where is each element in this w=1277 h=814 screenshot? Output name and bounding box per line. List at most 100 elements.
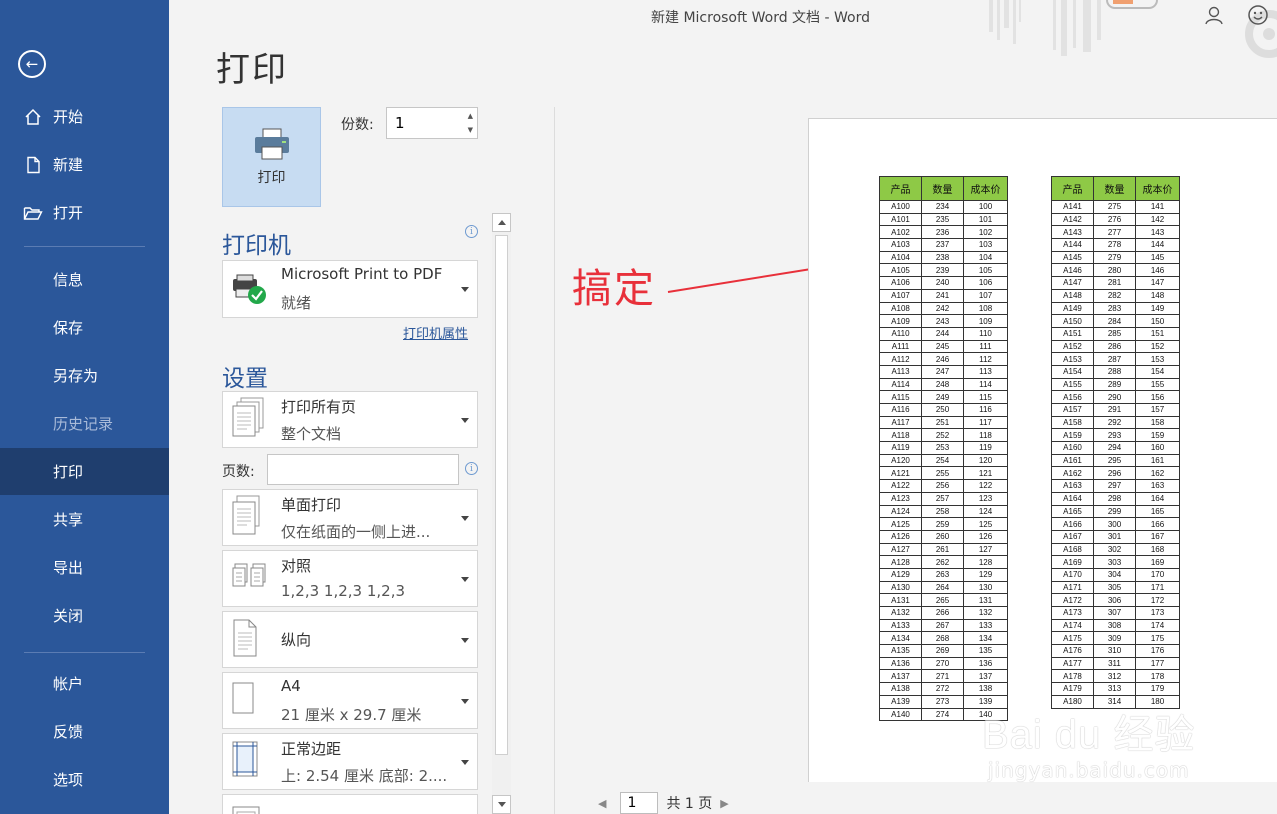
table-cell: A160 [1051,441,1094,455]
table-cell: 300 [1093,517,1136,531]
info-icon[interactable]: i [465,462,478,475]
table-cell: 175 [1135,631,1180,646]
sidebar-item-print[interactable]: 打印 [0,448,169,495]
table-cell: 165 [1135,504,1180,519]
table-cell: 285 [1093,326,1136,341]
table-cell: 177 [1135,656,1180,671]
info-icon[interactable]: i [465,225,478,238]
table-cell: 303 [1093,555,1136,569]
open-folder-icon [22,204,44,222]
collate-icon [231,562,271,596]
table-cell: A152 [1051,339,1094,354]
table-cell: A157 [1051,403,1094,417]
table-cell: 242 [921,301,964,316]
table-row: A143 277 143 [1051,225,1180,240]
table-cell: A159 [1051,428,1094,443]
sidebar-item-feedback[interactable]: 反馈 [0,708,169,755]
table-cell: 291 [1093,403,1136,417]
table-cell: 264 [921,580,964,595]
page-total: 共 1 页 [666,796,713,812]
feedback-smile-icon[interactable] [1247,4,1269,26]
pages-per-sheet-dropdown[interactable]: 每版打印 1 页 [222,794,478,814]
table-row: A103 237 103 [879,238,1008,252]
table-row: A152 286 152 [1051,339,1180,354]
scroll-down-icon[interactable] [492,795,511,814]
sidebar-item-close[interactable]: 关闭 [0,592,169,639]
table-cell: A127 [879,542,922,557]
collate-dropdown[interactable]: 对照 1,2,3 1,2,3 1,2,3 [222,550,478,607]
table-cell: 306 [1093,593,1136,607]
sidebar-item-open[interactable]: 打开 [0,189,169,236]
print-button[interactable]: 打印 [222,107,321,207]
table-row: A172 306 172 [1051,593,1180,607]
sidebar-item-save[interactable]: 保存 [0,304,169,351]
decrement-arrow-icon[interactable]: ▼ [468,126,473,134]
table-cell: A114 [879,377,922,392]
table-cell: 126 [963,529,1008,544]
next-page-icon[interactable]: ▶ [720,797,728,810]
pages-per-sheet-icon [231,803,263,814]
back-arrow-icon[interactable]: ← [18,50,46,78]
sidebar-item-history[interactable]: 历史记录 [0,400,169,447]
sidebar-item-new[interactable]: 新建 [0,141,169,188]
scroll-up-icon[interactable] [492,213,511,232]
table-cell: 257 [921,491,964,506]
table-row: A109 243 109 [879,314,1008,328]
table-cell: A163 [1051,479,1094,493]
chevron-down-icon [461,637,469,643]
table-row: A177 311 177 [1051,656,1180,671]
scroll-thumb[interactable] [495,235,508,755]
table-row: A144 278 144 [1051,238,1180,252]
table-cell: 150 [1135,314,1180,328]
current-page-input[interactable] [620,792,659,814]
table-cell: A135 [879,644,922,658]
printer-dropdown[interactable]: Microsoft Print to PDF 就绪 [222,260,478,318]
settings-scrollbar[interactable] [492,213,511,814]
pages-stack-icon [231,396,267,444]
sides-dropdown[interactable]: 单面打印 仅在纸面的一侧上进... [222,489,478,546]
paper-size-dropdown[interactable]: A4 21 厘米 x 29.7 厘米 [222,672,478,729]
print-range-dropdown[interactable]: 打印所有页 整个文档 [222,391,478,448]
table-cell: 127 [963,542,1008,557]
table-row: A149 283 149 [1051,301,1180,316]
table-row: A117 251 117 [879,415,1008,430]
table-row: A135 269 135 [879,644,1008,658]
copies-input[interactable] [387,108,457,138]
previous-page-icon[interactable]: ◀ [598,797,606,810]
sidebar-item-label: 打开 [53,204,84,222]
margins-dropdown[interactable]: 正常边距 上: 2.54 厘米 底部: 2.... [222,733,478,790]
chevron-down-icon [461,759,469,765]
table-row: A171 305 171 [1051,580,1180,595]
orientation-dropdown[interactable]: 纵向 [222,611,478,668]
sidebar-item-account[interactable]: 帐户 [0,660,169,707]
sidebar-item-options[interactable]: 选项 [0,756,169,803]
table-row: A115 249 115 [879,390,1008,404]
table-header-cell: 成本价 [963,176,1008,201]
table-cell: 278 [1093,238,1136,252]
pages-input[interactable] [267,454,459,485]
table-cell: 251 [921,415,964,430]
table-header-cell: 产品 [879,176,922,201]
sidebar-item-export[interactable]: 导出 [0,544,169,591]
sidebar-item-save-as[interactable]: 另存为 [0,352,169,399]
table-cell: 295 [1093,453,1136,468]
table-cell: 147 [1135,276,1180,290]
table-cell: 172 [1135,593,1180,607]
printer-properties-link[interactable]: 打印机属性 [403,323,468,342]
sidebar-item-share[interactable]: 共享 [0,496,169,543]
table-cell: 123 [963,491,1008,506]
table-row: A107 241 107 [879,288,1008,303]
sidebar-item-info[interactable]: 信息 [0,256,169,303]
increment-arrow-icon[interactable]: ▲ [468,112,473,120]
table-cell: A175 [1051,631,1094,646]
table-cell: 109 [963,314,1008,328]
sidebar-item-home[interactable]: 开始 [0,93,169,140]
printer-icon [254,128,289,160]
table-cell: A169 [1051,555,1094,569]
account-icon[interactable] [1203,4,1225,26]
dropdown-secondary-text: 整个文档 [281,425,342,443]
sidebar-separator [24,652,145,653]
table-cell: 163 [1135,479,1180,493]
table-cell: A107 [879,288,922,303]
chevron-down-icon [461,576,469,582]
